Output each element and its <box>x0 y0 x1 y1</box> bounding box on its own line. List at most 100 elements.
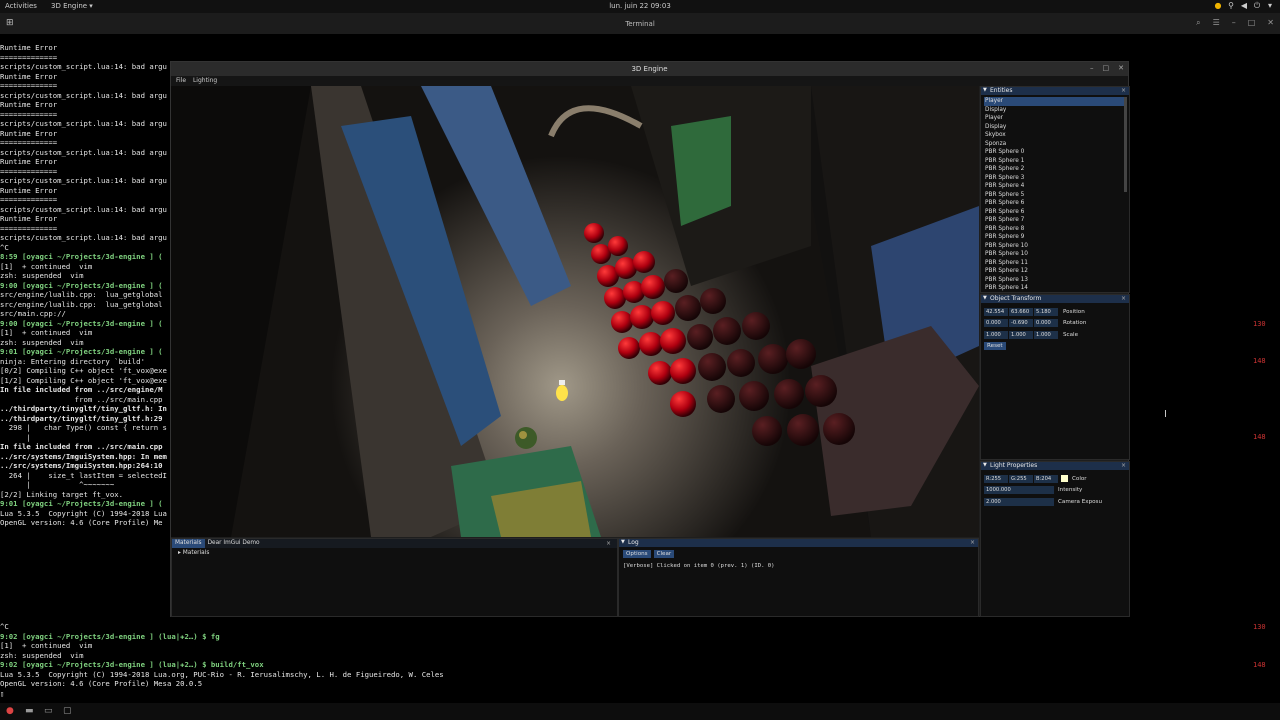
menu-lighting[interactable]: Lighting <box>188 76 217 84</box>
terminal-line: scripts/custom_script.lua:14: bad argu <box>0 62 167 71</box>
close-icon[interactable]: × <box>970 539 975 546</box>
terminal-line: Runtime Error <box>0 185 58 195</box>
scrollbar[interactable] <box>1124 97 1127 192</box>
log-header[interactable]: ▼ Log × <box>619 539 978 547</box>
scale-row: 1.000 1.000 1.000 Scale <box>981 329 1129 341</box>
entity-item[interactable]: Player <box>984 114 1126 123</box>
activities-button[interactable]: Activities <box>5 2 37 10</box>
terminal-icon[interactable]: ▭ <box>44 706 53 716</box>
firefox-icon[interactable]: ● <box>6 706 14 716</box>
entity-item[interactable]: PBR Sphere 2 <box>984 165 1126 174</box>
engine-titlebar[interactable]: 3D Engine – □ ✕ <box>171 62 1128 76</box>
3d-viewport[interactable] <box>171 86 979 537</box>
entity-item[interactable]: Display <box>984 106 1126 115</box>
rotation-y-field[interactable]: -0.690 <box>1009 319 1033 328</box>
terminal-output[interactable]: Runtime Error ============= scripts/custom… <box>0 43 172 703</box>
maximize-icon[interactable]: □ <box>1103 64 1110 72</box>
minimize-icon[interactable]: – <box>1232 18 1236 28</box>
entity-item[interactable]: PBR Sphere 14 <box>984 284 1126 293</box>
entity-item[interactable]: Display <box>984 123 1126 132</box>
transform-header[interactable]: ▼ Object Transform × <box>981 295 1129 303</box>
color-b-field[interactable]: B:204 <box>1034 474 1058 483</box>
entity-item[interactable]: PBR Sphere 13 <box>984 276 1126 285</box>
entities-panel: ▼ Entities × Player Display Player Display Sky… <box>980 86 1130 293</box>
light-header[interactable]: ▼ Light Properties × <box>981 462 1129 470</box>
color-swatch[interactable] <box>1061 475 1068 483</box>
entity-item[interactable]: PBR Sphere 5 <box>984 191 1126 200</box>
rotation-x-field[interactable]: 0.000 <box>984 319 1008 328</box>
log-message: [Verbose] Clicked on item 0 (prev. 1) (I… <box>623 563 775 569</box>
entity-item[interactable]: Player <box>984 97 1126 106</box>
engine-window: 3D Engine – □ ✕ File Lighting ▼ Entities… <box>170 61 1130 617</box>
entity-item[interactable]: PBR Sphere 0 <box>984 148 1126 157</box>
terminal-line: 9:02 [oyagci ~/Projects/3d-engine ] (lua… <box>0 631 220 641</box>
options-button[interactable]: Options <box>623 550 651 558</box>
entity-item[interactable]: PBR Sphere 4 <box>984 182 1126 191</box>
minimize-icon[interactable]: – <box>1090 64 1094 72</box>
menu-file[interactable]: File <box>171 76 186 84</box>
reset-button[interactable]: Reset <box>984 341 1006 350</box>
clear-button[interactable]: Clear <box>653 550 675 558</box>
color-r-field[interactable]: R:255 <box>984 474 1008 483</box>
rotation-z-field[interactable]: 0.000 <box>1034 319 1058 328</box>
entity-item[interactable]: PBR Sphere 9 <box>984 233 1126 242</box>
position-y-field[interactable]: 63.660 <box>1009 307 1033 316</box>
position-z-field[interactable]: 5.180 <box>1034 307 1058 316</box>
clock[interactable]: lun. juin 22 09:03 <box>600 2 680 10</box>
entity-item[interactable]: PBR Sphere 1 <box>984 157 1126 166</box>
entity-item[interactable]: PBR Sphere 8 <box>984 225 1126 234</box>
terminal-line: ============= <box>0 195 58 204</box>
new-tab-icon[interactable]: ⊞ <box>6 18 14 28</box>
close-icon[interactable]: × <box>1121 462 1126 469</box>
system-tray[interactable]: ● ⚲ ◀ ⏻ ▾ <box>1214 1 1274 11</box>
panel-title: Log <box>628 539 639 546</box>
intensity-label: Intensity <box>1058 487 1083 494</box>
entity-item[interactable]: PBR Sphere 10 <box>984 250 1126 259</box>
terminal-line: ../thirdparty/tinygltf/tiny_gltf.h: In <box>0 404 167 413</box>
position-x-field[interactable]: 42.554 <box>984 307 1008 316</box>
terminal-line: zsh: suspended vim <box>0 650 84 660</box>
scale-y-field[interactable]: 1.000 <box>1009 330 1033 339</box>
entity-item[interactable]: PBR Sphere 6 <box>984 208 1126 217</box>
entity-item[interactable]: PBR Sphere 6 <box>984 199 1126 208</box>
entity-item[interactable]: PBR Sphere 11 <box>984 259 1126 268</box>
scale-z-field[interactable]: 1.000 <box>1034 330 1058 339</box>
intensity-slider[interactable]: 1000.000 <box>984 486 1054 495</box>
tab-materials[interactable]: Materials <box>172 539 205 548</box>
terminal-line: ============= <box>0 138 58 147</box>
files-icon[interactable]: ▬ <box>25 706 34 716</box>
color-g-field[interactable]: G:255 <box>1009 474 1033 483</box>
terminal-line: OpenGL version: 4.6 (Core Profile) Mesa … <box>0 679 203 688</box>
power-icon: ⏻ <box>1253 1 1261 10</box>
entity-item[interactable]: PBR Sphere 12 <box>984 267 1126 276</box>
terminal-line: ============= <box>0 166 58 176</box>
dock: ● ▬ ▭ ▢ <box>0 703 1280 720</box>
line-number: 148 <box>1253 357 1266 365</box>
close-icon[interactable]: × <box>603 540 614 548</box>
entity-item[interactable]: Sponza <box>984 140 1126 149</box>
terminal-line: [0/2] Compiling C++ object 'ft_vox@exe <box>0 366 167 375</box>
close-icon[interactable]: ✕ <box>1267 18 1274 28</box>
search-icon[interactable]: ⌕ <box>1196 18 1200 28</box>
maximize-icon[interactable]: □ <box>1248 18 1256 28</box>
exposure-slider[interactable]: 2.000 <box>984 497 1054 506</box>
close-icon[interactable]: × <box>1121 87 1126 94</box>
terminal-line: from ../src/main.cpp <box>0 394 163 404</box>
terminal-line: src/main.cpp:// <box>0 309 66 318</box>
entity-item[interactable]: PBR Sphere 7 <box>984 216 1126 225</box>
menu-icon[interactable]: ☰ <box>1213 18 1220 28</box>
scale-x-field[interactable]: 1.000 <box>984 330 1008 339</box>
entity-item[interactable]: Skybox <box>984 131 1126 140</box>
materials-tree-item[interactable]: ▸ Materials <box>172 548 617 558</box>
terminal-line: ^C <box>0 242 9 252</box>
engine-app-icon[interactable]: ▢ <box>63 706 72 716</box>
entities-header[interactable]: ▼ Entities × <box>981 87 1129 95</box>
close-icon[interactable]: × <box>1121 295 1126 302</box>
tab-imgui-demo[interactable]: Dear ImGui Demo <box>205 539 263 548</box>
terminal-output-bottom[interactable]: ^C 9:02 [oyagci ~/Projects/3d-engine ] (l… <box>0 622 900 698</box>
terminal-title: Terminal <box>625 20 655 28</box>
entity-item[interactable]: PBR Sphere 10 <box>984 242 1126 251</box>
entity-item[interactable]: PBR Sphere 3 <box>984 174 1126 183</box>
app-menu[interactable]: 3D Engine ▾ <box>51 2 93 10</box>
close-icon[interactable]: ✕ <box>1118 64 1124 72</box>
